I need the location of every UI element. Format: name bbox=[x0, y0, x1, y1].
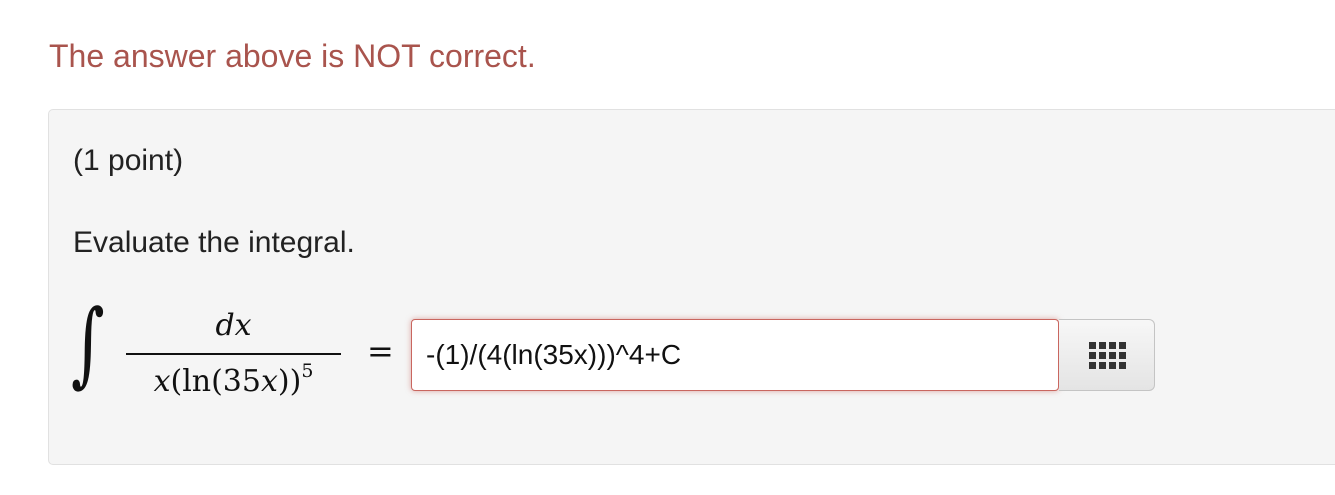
denominator-suffix: )) bbox=[277, 364, 302, 399]
denominator-ln-part: (ln(35 bbox=[170, 364, 261, 399]
fraction-numerator: dx bbox=[215, 308, 252, 343]
fraction-denominator: x(ln(35x))5 bbox=[126, 360, 341, 399]
integral-expression: ∫ dx x(ln(35x))5 = bbox=[71, 298, 411, 416]
problem-instruction: Evaluate the integral. bbox=[73, 226, 355, 259]
fraction-bar bbox=[126, 353, 341, 355]
equals-sign: = bbox=[367, 332, 394, 370]
equation-palette-button[interactable] bbox=[1059, 319, 1155, 391]
points-label: (1 point) bbox=[73, 144, 184, 177]
grid-icon bbox=[1089, 342, 1126, 370]
answer-status-message: The answer above is NOT correct. bbox=[49, 38, 536, 74]
integral-fraction: dx x(ln(35x))5 bbox=[126, 306, 341, 416]
denominator-var: x bbox=[260, 364, 278, 399]
denominator-x: x bbox=[153, 364, 171, 399]
denominator-exponent: 5 bbox=[301, 360, 314, 382]
answer-input[interactable] bbox=[411, 319, 1059, 391]
integral-sign: ∫ bbox=[71, 290, 105, 397]
problem-panel: (1 point) Evaluate the integral. ∫ dx x(… bbox=[48, 109, 1335, 465]
